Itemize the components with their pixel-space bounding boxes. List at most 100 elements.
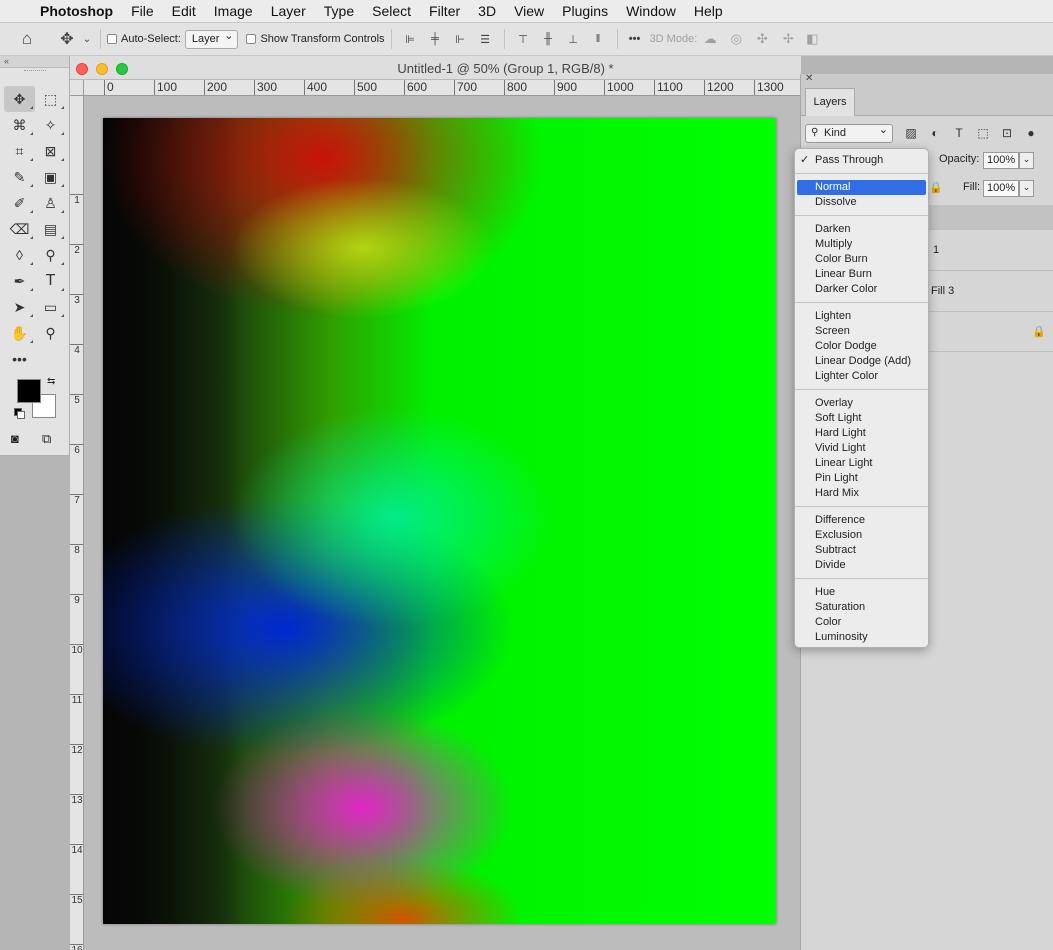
- screen-mode-icon[interactable]: ⧉: [42, 431, 51, 447]
- blend-mode-item[interactable]: Hue: [795, 585, 928, 600]
- close-icon[interactable]: ✕: [805, 74, 813, 84]
- blend-mode-item[interactable]: Soft Light: [795, 411, 928, 426]
- adjustment-filter-icon[interactable]: ◐: [923, 126, 947, 140]
- menu-file[interactable]: File: [122, 0, 163, 22]
- lock-all-icon[interactable]: 🔒: [929, 181, 943, 194]
- lasso-tool-icon[interactable]: ⌘: [4, 112, 35, 138]
- eraser-tool-icon[interactable]: ⌫: [4, 216, 35, 242]
- roll-3d-icon[interactable]: ◎: [723, 23, 749, 56]
- blend-mode-item[interactable]: Luminosity: [795, 630, 928, 645]
- pixel-filter-icon[interactable]: ▨: [899, 126, 923, 140]
- hand-tool-icon[interactable]: ✋: [4, 320, 35, 346]
- filter-toggle-icon[interactable]: ●: [1019, 126, 1043, 140]
- pen-tool-icon[interactable]: ✒: [4, 268, 35, 294]
- more-tools-icon[interactable]: •••: [4, 346, 35, 372]
- panel-header[interactable]: [801, 74, 1053, 86]
- menu-filter[interactable]: Filter: [420, 0, 469, 22]
- filter-kind-dropdown[interactable]: ⚲ Kind: [805, 123, 893, 143]
- swap-colors-icon[interactable]: ⇆: [47, 376, 55, 387]
- auto-select-target-dropdown[interactable]: Layer: [184, 29, 239, 49]
- blend-mode-item[interactable]: Lighten: [795, 309, 928, 324]
- vertical-ruler[interactable]: 1 2 3 4 5 6 7 8 9 10 11 12 13 14 15 16: [70, 96, 84, 950]
- blend-mode-item[interactable]: Normal: [797, 180, 926, 195]
- frame-tool-icon[interactable]: ⊠: [35, 138, 66, 164]
- quick-mask-icon[interactable]: ◙: [11, 431, 19, 446]
- auto-select-checkbox[interactable]: Auto-Select:: [107, 33, 181, 45]
- dodge-tool-icon[interactable]: ⚲: [35, 242, 66, 268]
- eyedropper-tool-icon[interactable]: ✎: [4, 164, 35, 190]
- menu-view[interactable]: View: [505, 0, 553, 22]
- align-right-icon[interactable]: ⊩: [448, 23, 473, 56]
- align-bottom-icon[interactable]: ⊥: [561, 23, 586, 56]
- horizontal-ruler[interactable]: 0 100 200 300 400 500 600 700 800 900 10…: [84, 80, 801, 96]
- distribute-vertical-icon[interactable]: ‖: [586, 23, 611, 56]
- blend-mode-item[interactable]: Multiply: [795, 237, 928, 252]
- blend-mode-item[interactable]: Vivid Light: [795, 441, 928, 456]
- foreground-color-swatch[interactable]: [17, 379, 41, 403]
- checkbox-icon[interactable]: [107, 34, 117, 44]
- menu-select[interactable]: Select: [363, 0, 420, 22]
- type-filter-icon[interactable]: T: [947, 126, 971, 140]
- camera-3d-icon[interactable]: ◧: [801, 23, 823, 56]
- blend-mode-item[interactable]: Lighter Color: [795, 369, 928, 384]
- menu-app-name[interactable]: Photoshop: [34, 0, 122, 22]
- blend-mode-item[interactable]: Dissolve: [795, 195, 928, 210]
- blend-mode-item[interactable]: Pin Light: [795, 471, 928, 486]
- blend-mode-item[interactable]: Color: [795, 615, 928, 630]
- menu-plugins[interactable]: Plugins: [553, 0, 617, 22]
- rectangle-tool-icon[interactable]: ▭: [35, 294, 66, 320]
- menu-image[interactable]: Image: [205, 0, 262, 22]
- drag-3d-icon[interactable]: ✣: [749, 23, 775, 56]
- menu-layer[interactable]: Layer: [262, 0, 315, 22]
- blend-mode-item[interactable]: Linear Light: [795, 456, 928, 471]
- blend-mode-item[interactable]: Saturation: [795, 600, 928, 615]
- tab-layers[interactable]: Layers: [805, 88, 855, 116]
- blend-mode-item[interactable]: Divide: [795, 558, 928, 573]
- opacity-input[interactable]: 100%: [983, 152, 1019, 169]
- blend-mode-item[interactable]: Darker Color: [795, 282, 928, 297]
- home-icon[interactable]: ⌂: [0, 23, 54, 56]
- zoom-tool-icon[interactable]: ⚲: [35, 320, 66, 346]
- blend-mode-item[interactable]: Color Dodge: [795, 339, 928, 354]
- blend-mode-item[interactable]: Subtract: [795, 543, 928, 558]
- distribute-icon[interactable]: ☰: [473, 23, 498, 56]
- crop-tool-icon[interactable]: ⌗: [4, 138, 35, 164]
- type-tool-icon[interactable]: T: [35, 268, 66, 294]
- blend-mode-item[interactable]: Hard Mix: [795, 486, 928, 501]
- path-selection-tool-icon[interactable]: ➤: [4, 294, 35, 320]
- chevron-down-icon[interactable]: ⌄: [1019, 152, 1034, 169]
- move-tool-icon[interactable]: ✥: [4, 86, 35, 112]
- blend-mode-item[interactable]: ✓ Pass Through: [795, 153, 928, 168]
- chevron-down-icon[interactable]: ⌄: [1019, 180, 1034, 197]
- align-center-icon[interactable]: ╪: [423, 23, 448, 56]
- gradient-tool-icon[interactable]: ▤: [35, 216, 66, 242]
- align-middle-icon[interactable]: ╫: [536, 23, 561, 56]
- menu-type[interactable]: Type: [315, 0, 363, 22]
- blend-mode-item[interactable]: Exclusion: [795, 528, 928, 543]
- brush-tool-icon[interactable]: ✐: [4, 190, 35, 216]
- menu-edit[interactable]: Edit: [163, 0, 205, 22]
- shape-filter-icon[interactable]: ⬚: [971, 126, 995, 140]
- orbit-3d-icon[interactable]: ☁: [697, 23, 723, 56]
- slide-3d-icon[interactable]: ✢: [775, 23, 801, 56]
- blend-mode-item[interactable]: Color Burn: [795, 252, 928, 267]
- fill-input[interactable]: 100%: [983, 180, 1019, 197]
- clone-stamp-tool-icon[interactable]: ♙: [35, 190, 66, 216]
- marquee-tool-icon[interactable]: ⬚: [35, 86, 66, 112]
- chevron-down-icon[interactable]: ⌄: [80, 23, 94, 56]
- panel-grip[interactable]: [23, 70, 46, 78]
- default-colors-icon[interactable]: [14, 408, 25, 419]
- ruler-origin[interactable]: [70, 80, 84, 96]
- image-canvas[interactable]: [103, 118, 776, 924]
- align-top-icon[interactable]: ⊤: [511, 23, 536, 56]
- magic-wand-tool-icon[interactable]: ✧: [35, 112, 66, 138]
- blend-mode-item[interactable]: Difference: [795, 513, 928, 528]
- align-left-icon[interactable]: ⊫: [398, 23, 423, 56]
- menu-help[interactable]: Help: [685, 0, 732, 22]
- blend-mode-item[interactable]: Darken: [795, 222, 928, 237]
- blend-mode-item[interactable]: Screen: [795, 324, 928, 339]
- blend-mode-item[interactable]: Linear Burn: [795, 267, 928, 282]
- blend-mode-item[interactable]: Linear Dodge (Add): [795, 354, 928, 369]
- healing-brush-tool-icon[interactable]: ▣: [35, 164, 66, 190]
- blend-mode-item[interactable]: Overlay: [795, 396, 928, 411]
